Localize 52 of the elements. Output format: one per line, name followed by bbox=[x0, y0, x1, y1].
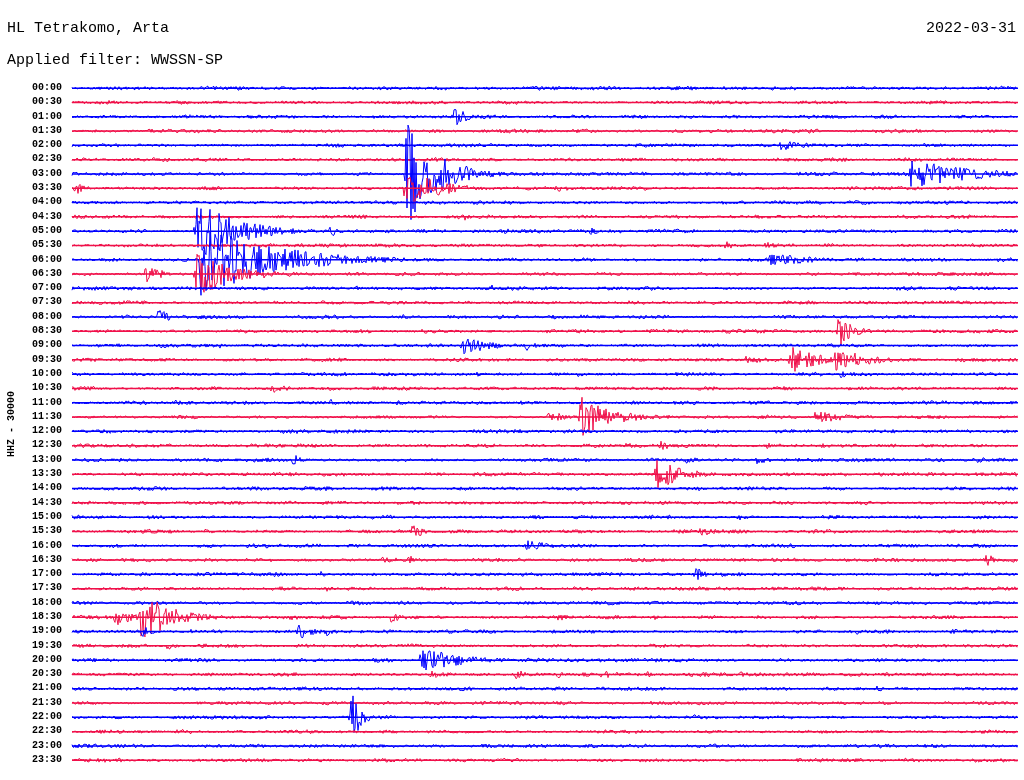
time-label: 15:30 bbox=[31, 524, 62, 539]
time-label: 09:30 bbox=[31, 352, 62, 367]
time-label: 20:30 bbox=[31, 667, 62, 682]
time-label: 13:30 bbox=[31, 467, 62, 481]
time-label: 19:30 bbox=[31, 638, 62, 653]
time-label: 11:30 bbox=[31, 409, 62, 424]
time-label: 00:30 bbox=[31, 95, 62, 110]
time-label: 04:00 bbox=[31, 195, 62, 210]
date-label: 2022-03-31 bbox=[926, 20, 1016, 39]
time-label: 20:00 bbox=[31, 652, 62, 667]
time-label: 22:00 bbox=[31, 710, 62, 725]
time-label: 02:00 bbox=[31, 138, 62, 153]
time-label: 11:00 bbox=[31, 395, 62, 410]
time-label: 23:00 bbox=[31, 738, 62, 753]
time-label: 09:00 bbox=[31, 338, 62, 353]
time-label: 19:00 bbox=[31, 624, 62, 639]
time-label: 12:00 bbox=[31, 424, 62, 439]
time-label: 10:00 bbox=[31, 366, 62, 381]
time-label: 00:00 bbox=[31, 81, 62, 95]
time-label: 12:30 bbox=[31, 438, 62, 453]
time-label: 18:30 bbox=[31, 610, 62, 624]
time-label: 16:30 bbox=[31, 552, 62, 567]
time-label: 08:00 bbox=[31, 309, 62, 324]
filter-label: Applied filter: WWSSN-SP bbox=[7, 52, 224, 69]
time-label: 14:00 bbox=[31, 481, 62, 496]
time-label: 17:00 bbox=[31, 567, 62, 582]
time-label: 07:00 bbox=[31, 281, 62, 296]
time-label: 16:00 bbox=[31, 538, 62, 553]
time-label: 03:30 bbox=[31, 181, 62, 196]
time-label: 02:30 bbox=[31, 152, 62, 167]
time-label: 04:30 bbox=[31, 209, 62, 224]
time-label: 03:00 bbox=[31, 166, 62, 181]
time-label: 15:00 bbox=[31, 509, 62, 524]
time-label: 06:30 bbox=[31, 266, 62, 281]
time-label: 05:00 bbox=[31, 223, 62, 238]
time-label: 13:00 bbox=[31, 452, 62, 467]
time-label: 17:30 bbox=[31, 581, 62, 596]
time-label: 18:00 bbox=[31, 595, 62, 610]
time-label: 21:00 bbox=[31, 681, 62, 696]
time-label: 05:30 bbox=[31, 238, 62, 253]
time-label: 06:00 bbox=[31, 252, 62, 267]
time-label: 21:30 bbox=[31, 695, 62, 710]
channel-label: HHZ - 30000 bbox=[5, 391, 17, 458]
time-label: 22:30 bbox=[31, 724, 62, 739]
time-label: 23:30 bbox=[31, 752, 62, 767]
time-label: 14:30 bbox=[31, 495, 62, 510]
time-label: 01:30 bbox=[31, 123, 62, 138]
time-label: 08:30 bbox=[31, 324, 62, 339]
station-title: HL Tetrakomo, Arta bbox=[7, 20, 170, 39]
time-label: 10:30 bbox=[31, 381, 62, 396]
time-label: 07:30 bbox=[31, 295, 62, 310]
time-label: 01:00 bbox=[31, 109, 62, 124]
